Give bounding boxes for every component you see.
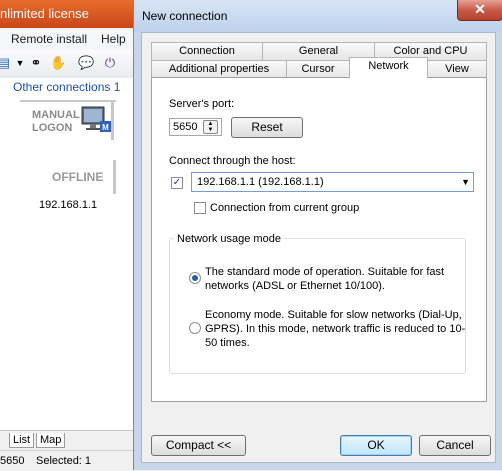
- dialog-titlebar[interactable]: New connection: [134, 0, 502, 32]
- tab-additional-properties[interactable]: Additional properties: [151, 60, 287, 78]
- checkmark-icon: ✓: [172, 177, 182, 188]
- status-bar: 5650 Selected: 1: [0, 450, 140, 471]
- port-spinner[interactable]: ▲ ▼: [203, 120, 218, 134]
- dropdown-arrow-icon[interactable]: ▼: [12, 55, 28, 71]
- hand-icon[interactable]: ✋: [50, 55, 66, 71]
- tab-connection[interactable]: Connection: [151, 42, 263, 60]
- chevron-down-icon[interactable]: ▼: [461, 173, 470, 191]
- menu-remote-install[interactable]: Remote install: [11, 32, 87, 46]
- binoculars-icon[interactable]: ⚭: [28, 55, 44, 71]
- radio-economy-mode[interactable]: [189, 322, 201, 334]
- status-selected: Selected: 1: [36, 455, 92, 467]
- app-menubar: Remote install Help: [0, 28, 140, 51]
- network-mode-title: Network usage mode: [174, 233, 284, 245]
- card-border: [113, 160, 116, 194]
- app-titlebar: nlimited license: [0, 0, 140, 28]
- offline-status: OFFLINE: [52, 170, 104, 184]
- compact-button[interactable]: Compact <<: [151, 435, 246, 456]
- host-checkbox[interactable]: ✓: [171, 177, 183, 189]
- status-port: 5650: [0, 455, 25, 467]
- tab-view[interactable]: View: [427, 60, 487, 78]
- radio-selected-dot: [192, 275, 198, 281]
- tab-map[interactable]: Map: [36, 433, 66, 448]
- tab-list[interactable]: List: [9, 433, 35, 448]
- power-icon[interactable]: ⏻: [102, 55, 118, 71]
- from-group-label[interactable]: Connection from current group: [210, 202, 359, 214]
- close-icon: ✕: [474, 1, 486, 17]
- spin-down-icon[interactable]: ▼: [204, 127, 217, 133]
- card-border: [20, 100, 116, 102]
- svg-text:M: M: [102, 123, 109, 132]
- new-connection-dialog: New connection ✕ Connection General Colo…: [133, 0, 502, 470]
- tab-network[interactable]: Network: [349, 57, 428, 79]
- cancel-button[interactable]: Cancel: [419, 435, 491, 456]
- servers-port-label: Server's port:: [169, 98, 235, 110]
- menu-help[interactable]: Help: [101, 32, 126, 46]
- computer-icon: M: [81, 106, 111, 132]
- radio-standard-mode[interactable]: [189, 272, 201, 284]
- app-title: nlimited license: [0, 6, 89, 21]
- economy-mode-label[interactable]: Economy mode. Suitable for slow networks…: [205, 308, 469, 350]
- host-combobox[interactable]: 192.168.1.1 (192.168.1.1) ▼: [191, 172, 474, 192]
- connection-ip: 192.168.1.1: [39, 199, 98, 211]
- list-icon[interactable]: ▤: [0, 55, 12, 71]
- connect-through-label: Connect through the host:: [169, 155, 296, 167]
- chat-icon[interactable]: 💬: [78, 55, 94, 71]
- standard-mode-label[interactable]: The standard mode of operation. Suitable…: [205, 265, 469, 293]
- view-tabs: List Map: [0, 430, 140, 449]
- app-toolbar: ▤ ▼ ⚭ ✋ 💬 ⏻: [0, 50, 140, 79]
- close-button[interactable]: ✕: [457, 0, 502, 21]
- dialog-title: New connection: [142, 9, 228, 23]
- manual-logon-label: MANUAL LOGON: [32, 109, 80, 135]
- reset-button[interactable]: Reset: [231, 117, 303, 138]
- ok-button[interactable]: OK: [340, 435, 412, 456]
- manual-logon-text: MANUAL LOGON: [32, 109, 80, 134]
- network-mode-group: [169, 238, 466, 374]
- other-connections-header[interactable]: Other connections 1: [13, 80, 120, 94]
- tab-cursor[interactable]: Cursor: [286, 60, 350, 78]
- from-group-checkbox[interactable]: [194, 202, 206, 214]
- host-value: 192.168.1.1 (192.168.1.1): [197, 176, 324, 188]
